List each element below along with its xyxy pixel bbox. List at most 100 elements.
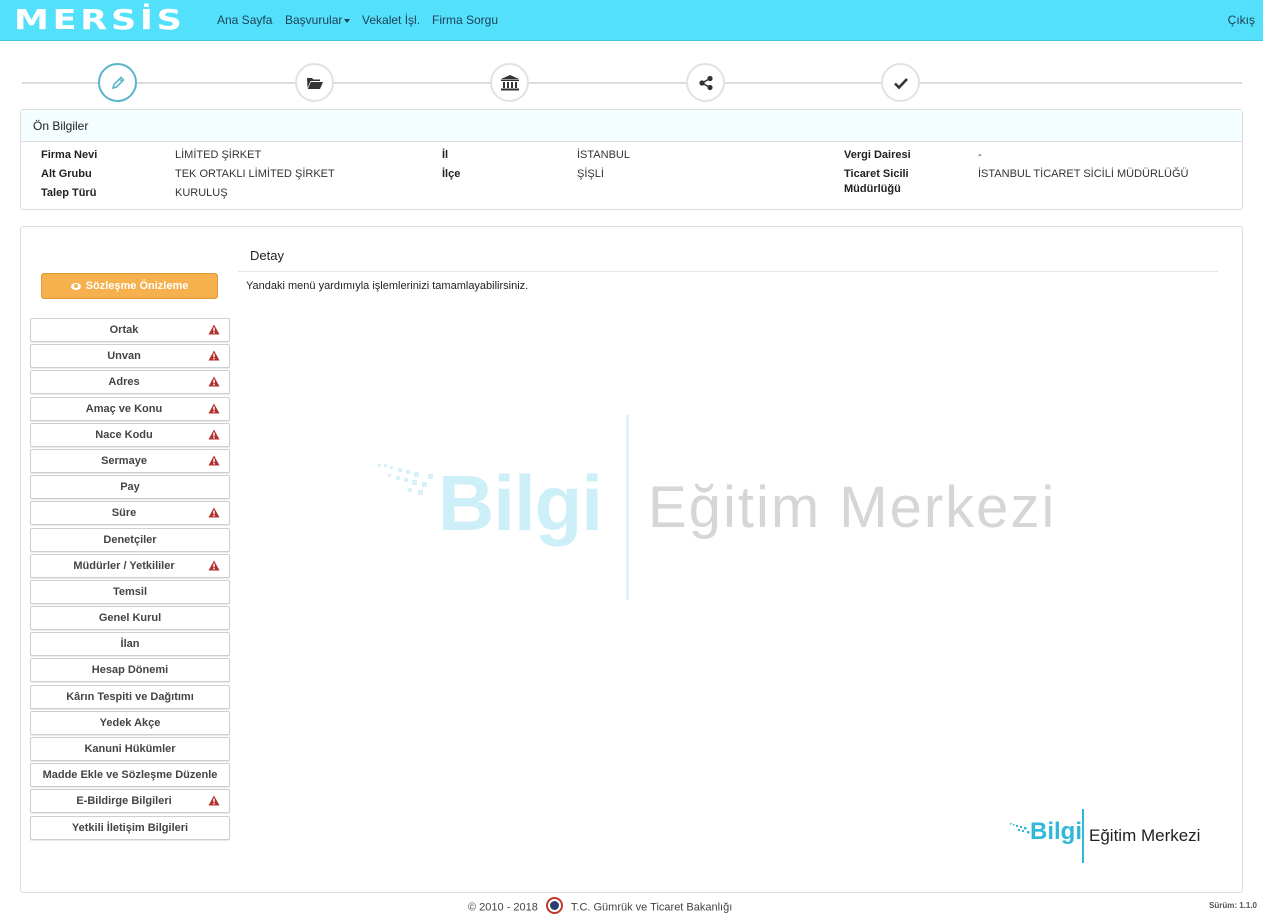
menu-item[interactable]: Amaç ve Konu: [30, 396, 230, 421]
warning-icon: [208, 324, 220, 335]
il-value: İSTANBUL: [577, 149, 630, 161]
menu-item-label: Unvan: [107, 350, 141, 363]
menu-item-label: Ortak: [109, 324, 139, 336]
detail-divider: [238, 271, 1218, 272]
ministry-logo-icon: [545, 897, 563, 914]
warning-icon: [208, 429, 220, 440]
step-5-check[interactable]: [881, 63, 920, 102]
menu-item[interactable]: Sermaye: [30, 448, 230, 473]
menu-item-label: Hesap Dönemi: [91, 664, 169, 677]
menu-item-label: Yetkili İletişim Bilgileri: [71, 821, 189, 834]
step-3-bank[interactable]: [490, 63, 529, 102]
menu-item-label: Süre: [111, 507, 137, 520]
step-2-folder[interactable]: [295, 63, 334, 102]
warning-icon: [208, 376, 220, 387]
pencil-icon: [111, 75, 125, 89]
menu-item-label: Sermaye: [101, 454, 147, 467]
wizard-progress-line: [22, 82, 1242, 84]
menu-item[interactable]: Yetkili İletişim Bilgileri: [30, 815, 230, 840]
nav-firma-sorgu[interactable]: Firma Sorgu: [432, 13, 498, 27]
vergi-dairesi-value: -: [978, 149, 982, 161]
ilce-label: İlçe: [442, 168, 461, 180]
warning-icon: [208, 795, 220, 806]
menu-item[interactable]: Denetçiler: [30, 527, 230, 552]
menu-item-label: Genel Kurul: [98, 612, 162, 625]
warning-icon: [208, 455, 220, 466]
menu-item-label: Pay: [120, 481, 140, 494]
menu-item[interactable]: Unvan: [30, 344, 230, 369]
menu-item[interactable]: Ortak: [30, 318, 230, 342]
vergi-dairesi-label: Vergi Dairesi: [844, 149, 911, 161]
sozlesme-onizleme-button[interactable]: Sözleşme Önizleme: [41, 273, 218, 299]
footer-ministry: T.C. Gümrük ve Ticaret Bakanlığı: [570, 901, 733, 914]
eye-icon: [70, 282, 81, 290]
folder-open-icon: [306, 77, 323, 89]
chevron-down-icon: [344, 18, 351, 23]
firma-nevi-value: LİMİTED ŞİRKET: [175, 149, 262, 161]
alt-grubu-value: TEK ORTAKLI LİMİTED ŞİRKET: [175, 168, 335, 180]
menu-item[interactable]: Hesap Dönemi: [30, 658, 230, 683]
warning-icon: [208, 560, 220, 571]
watermark-brand-small: Bilgi: [1030, 818, 1082, 845]
menu-item-label: Madde Ekle ve Sözleşme Düzenle: [42, 769, 218, 782]
section-menu: Ortak Unvan Adres Amaç ve Konu Nace Kodu Serm…: [30, 318, 230, 842]
logout-link[interactable]: Çıkış: [1228, 13, 1255, 27]
watermark-brand-large: Bilgi: [438, 459, 603, 547]
menu-item[interactable]: Süre: [30, 501, 230, 526]
menu-item[interactable]: Müdürler / Yetkililer: [30, 553, 230, 578]
talep-turu-label: Talep Türü: [41, 187, 97, 199]
watermark-dots-graphic: [378, 464, 433, 495]
nav-vekalet[interactable]: Vekalet İşl.: [362, 13, 420, 27]
menu-item-label: Amaç ve Konu: [85, 402, 163, 415]
warning-icon: [208, 350, 220, 361]
menu-item-label: Temsil: [112, 585, 148, 598]
top-navbar: MERSİS Ana Sayfa Başvurular Vekalet İşl.…: [0, 0, 1263, 41]
firma-nevi-label: Firma Nevi: [41, 149, 98, 161]
step-1-pencil[interactable]: [98, 63, 137, 102]
footer: © 2010 - 2018 T.C. Gümrük ve Ticaret Baka…: [468, 897, 733, 916]
warning-icon: [208, 403, 220, 414]
menu-item-label: Nace Kodu: [95, 428, 153, 441]
menu-item-label: Kanuni Hükümler: [84, 743, 176, 755]
sozlesme-onizleme-label: Sözleşme Önizleme: [85, 280, 189, 292]
version-label: Sürüm: 1.1.0: [1208, 901, 1257, 910]
footer-copyright: © 2010 - 2018: [468, 901, 538, 914]
warning-icon: [208, 507, 220, 518]
detail-text: Yandaki menü yardımıyla işlemlerinizi ta…: [246, 280, 529, 292]
menu-item[interactable]: Adres: [30, 370, 230, 395]
ilce-value: ŞİŞLİ: [577, 168, 604, 180]
on-bilgiler-title: Ön Bilgiler: [21, 110, 1242, 142]
watermark-divider-large: [626, 415, 629, 600]
alt-grubu-label: Alt Grubu: [41, 168, 92, 180]
nav-basvurular[interactable]: Başvurular: [285, 13, 351, 27]
menu-item-label: İlan: [120, 638, 140, 651]
detail-title: Detay: [250, 248, 284, 263]
menu-item[interactable]: Temsil: [30, 579, 230, 604]
menu-item-label: Yedek Akçe: [99, 716, 161, 729]
menu-item[interactable]: Kanuni Hükümler: [30, 737, 230, 761]
menu-item-label: Adres: [108, 376, 140, 389]
on-bilgiler-panel: Ön Bilgiler Firma Nevi LİMİTED ŞİRKET Al…: [20, 109, 1243, 210]
menu-item[interactable]: Nace Kodu: [30, 422, 230, 447]
talep-turu-value: KURULUŞ: [175, 187, 228, 199]
menu-item[interactable]: Pay: [30, 475, 230, 500]
menu-item[interactable]: Yedek Akçe: [30, 710, 230, 735]
watermark-text-large: Eğitim Merkezi: [648, 475, 1057, 540]
il-label: İl: [442, 149, 449, 161]
menu-item[interactable]: Kârın Tespiti ve Dağıtımı: [30, 684, 230, 709]
menu-item-label: E-Bildirge Bilgileri: [76, 795, 172, 808]
menu-item[interactable]: Madde Ekle ve Sözleşme Düzenle: [30, 763, 230, 788]
watermark-divider-small: [1082, 809, 1084, 863]
step-4-share[interactable]: [686, 63, 725, 102]
nav-basvurular-label: Başvurular: [285, 13, 343, 27]
ticaret-sicili-label: Ticaret Sicili: [844, 168, 909, 180]
mersis-logo[interactable]: MERSİS: [14, 6, 186, 34]
menu-item-label: Müdürler / Yetkililer: [73, 559, 175, 572]
menu-item[interactable]: E-Bildirge Bilgileri: [30, 789, 230, 814]
nav-ana-sayfa[interactable]: Ana Sayfa: [217, 13, 272, 27]
menu-item[interactable]: İlan: [30, 632, 230, 657]
bank-icon: [500, 74, 519, 90]
menu-item[interactable]: Genel Kurul: [30, 606, 230, 631]
watermark-dots-small-graphic: [1010, 823, 1030, 834]
check-icon: [893, 77, 908, 89]
